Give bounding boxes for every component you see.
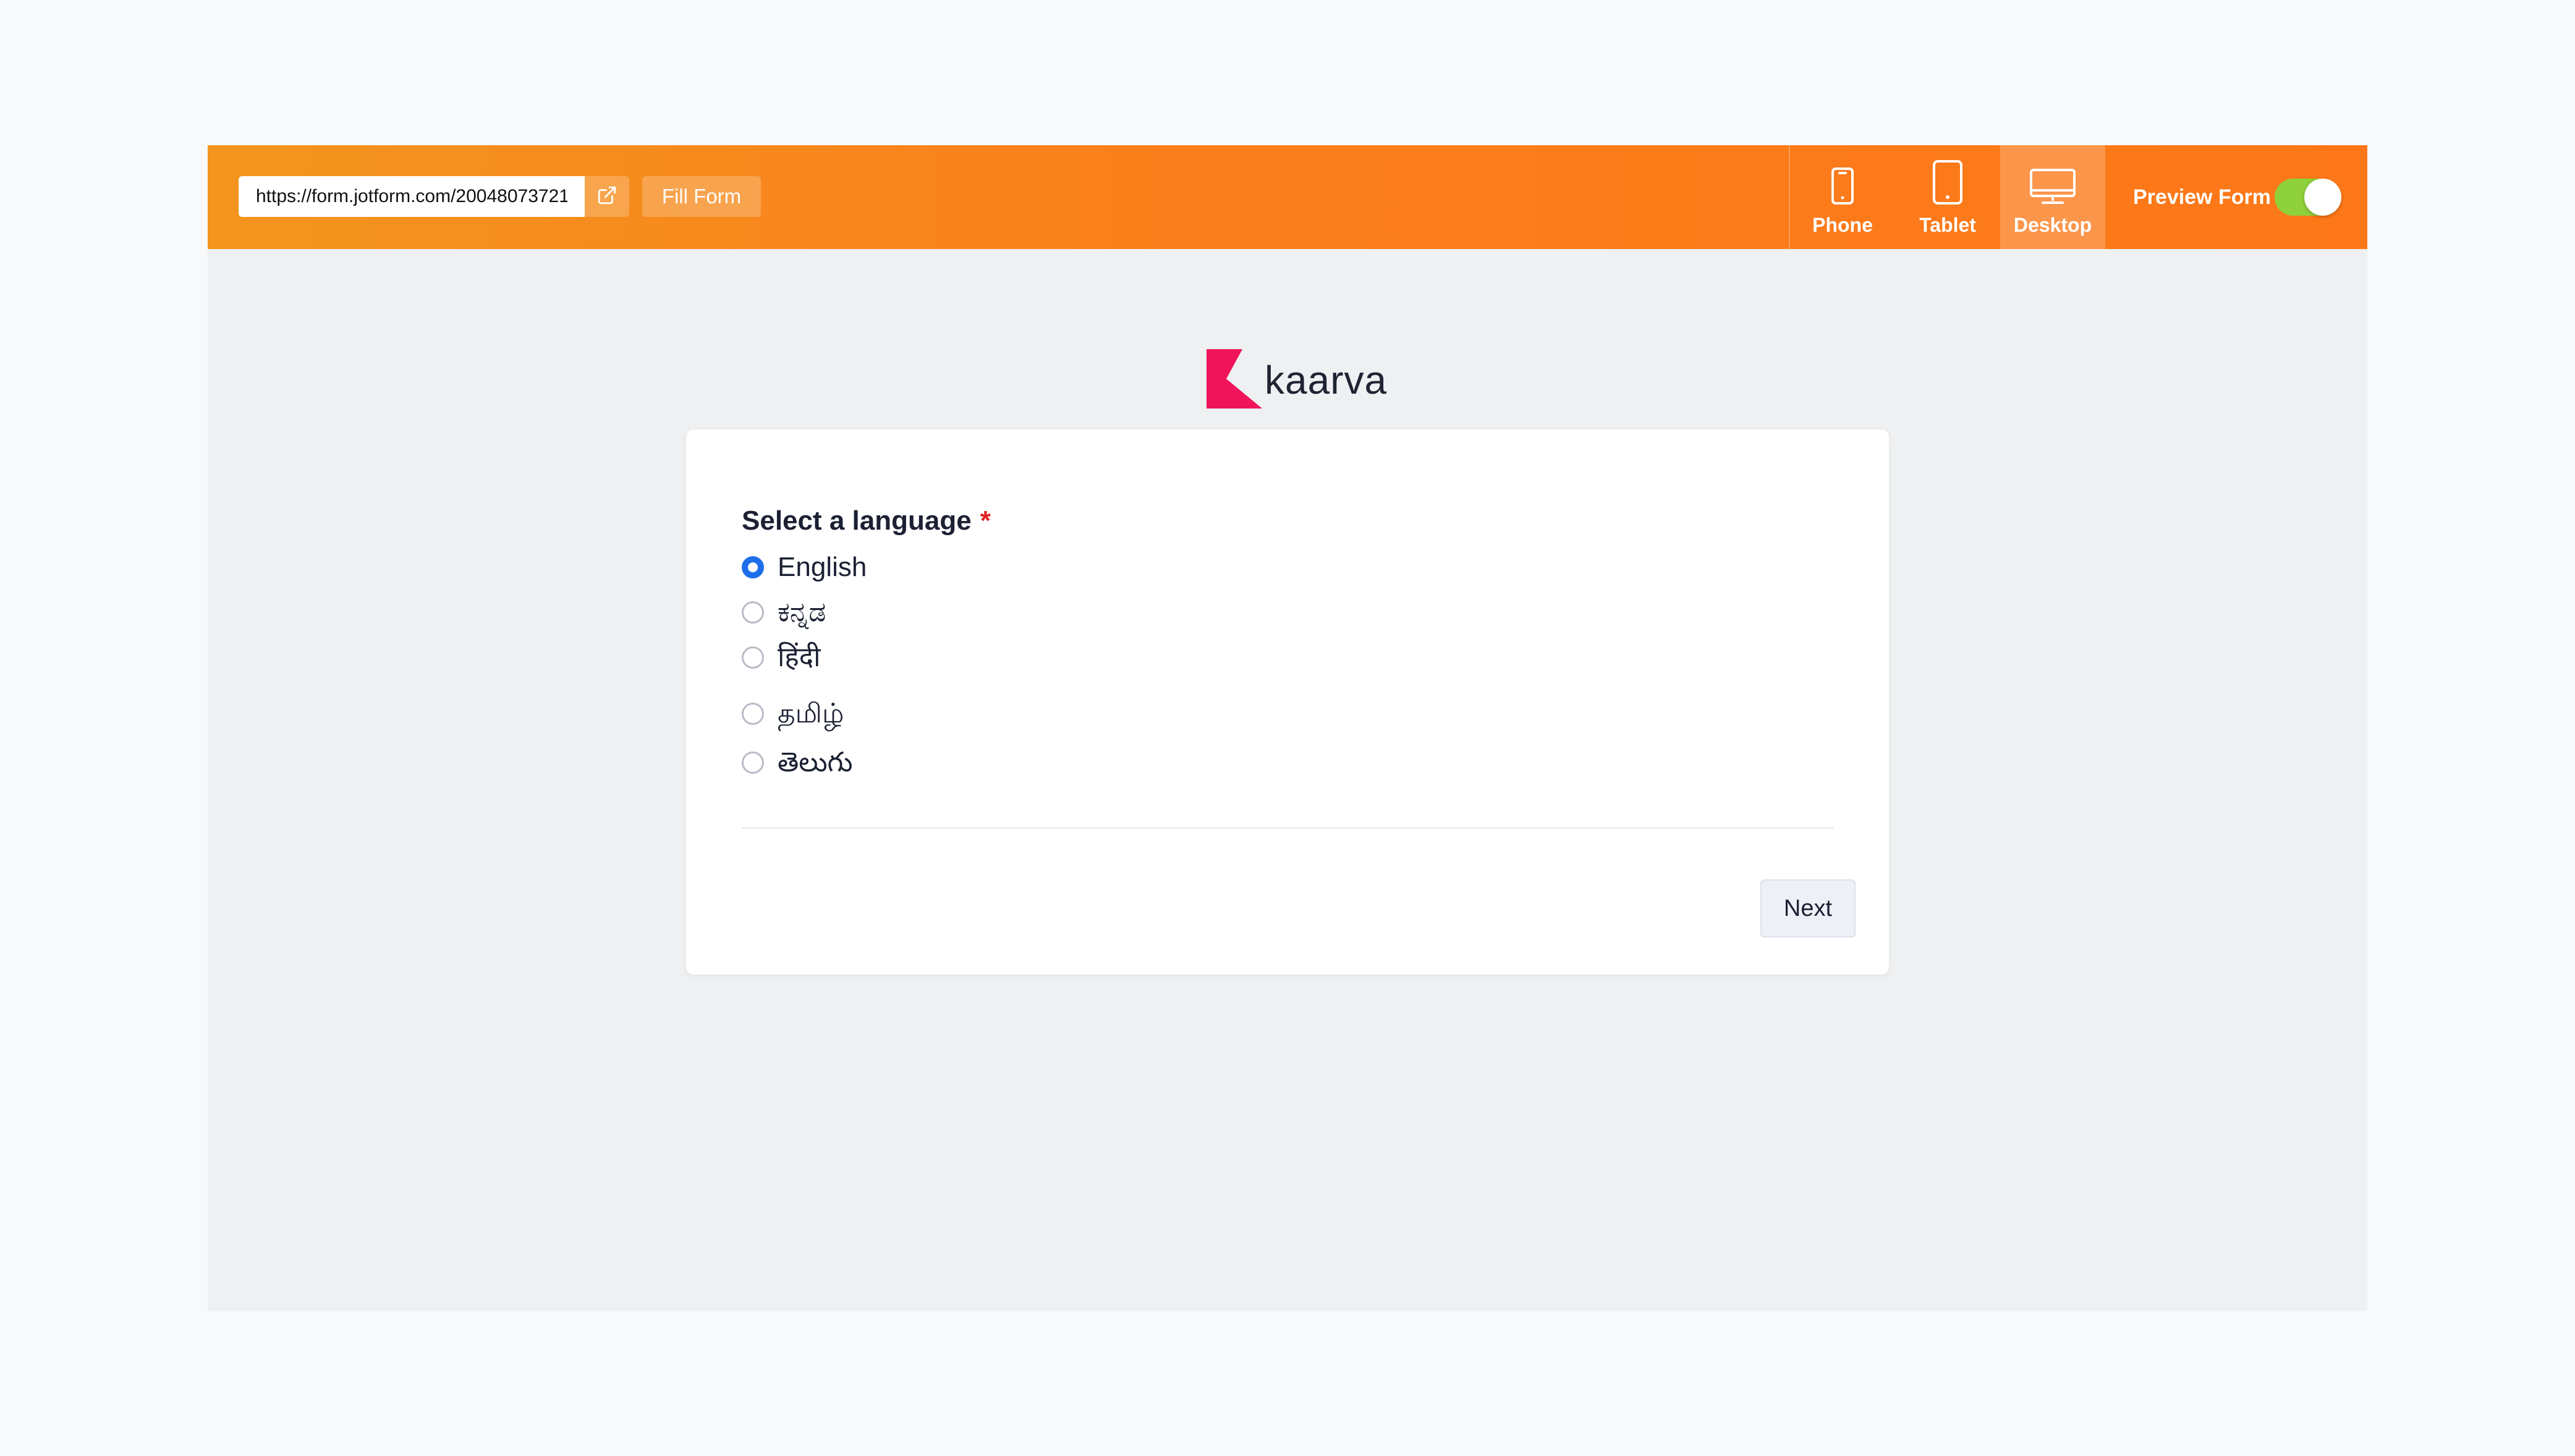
preview-form-toggle[interactable]: [2275, 179, 2341, 216]
kaarva-logo-mark-icon: [1203, 347, 1270, 414]
language-option-english[interactable]: English: [742, 550, 867, 585]
tablet-icon: [1932, 156, 1963, 205]
option-label: ಕನ್ನಡ: [778, 597, 826, 627]
device-phone-button[interactable]: Phone: [1790, 145, 1895, 249]
desktop-icon: [2029, 156, 2076, 205]
option-label: తెలుగు: [778, 747, 853, 777]
device-phone-label: Phone: [1812, 214, 1873, 236]
option-label: हिंदी: [778, 642, 821, 672]
radio-button[interactable]: [742, 601, 764, 624]
language-option-hindi[interactable]: हिंदी: [742, 640, 821, 675]
form-card: Select a language * English ಕನ್ನಡ हिंदी த…: [686, 430, 1889, 975]
device-tablet-label: Tablet: [1919, 214, 1976, 236]
toggle-knob: [2304, 179, 2341, 216]
device-desktop-label: Desktop: [2013, 214, 2092, 236]
language-option-telugu[interactable]: తెలుగు: [742, 745, 853, 780]
logo-text: kaarva: [1265, 358, 1388, 402]
kaarva-logo: kaarva: [1203, 346, 1387, 414]
radio-button[interactable]: [742, 646, 764, 669]
language-option-tamil[interactable]: தமிழ்: [742, 696, 844, 731]
device-switcher: Phone Tablet Desktop: [1789, 145, 2105, 249]
required-marker: *: [980, 506, 991, 536]
form-url-field[interactable]: [239, 176, 585, 217]
device-desktop-button[interactable]: Desktop: [2000, 145, 2105, 249]
option-label: English: [778, 552, 867, 582]
preview-toolbar: Fill Form Phone: [208, 145, 2367, 249]
question-label: Select a language *: [742, 504, 991, 538]
preview-frame: Fill Form Phone: [208, 145, 2367, 1311]
question-text: Select a language: [742, 506, 972, 536]
radio-button[interactable]: [742, 751, 764, 774]
device-tablet-button[interactable]: Tablet: [1895, 145, 2000, 249]
next-button[interactable]: Next: [1760, 879, 1856, 938]
radio-button[interactable]: [742, 703, 764, 725]
phone-icon: [1830, 156, 1855, 205]
preview-form-label: Preview Form: [2133, 185, 2271, 209]
fill-form-button[interactable]: Fill Form: [642, 176, 761, 217]
option-label: தமிழ்: [778, 698, 844, 729]
open-in-new-tab-button[interactable]: [585, 176, 629, 217]
radio-button-selected[interactable]: [742, 556, 764, 578]
language-option-kannada[interactable]: ಕನ್ನಡ: [742, 595, 826, 630]
external-link-icon: [596, 185, 617, 209]
form-divider: [742, 827, 1833, 829]
